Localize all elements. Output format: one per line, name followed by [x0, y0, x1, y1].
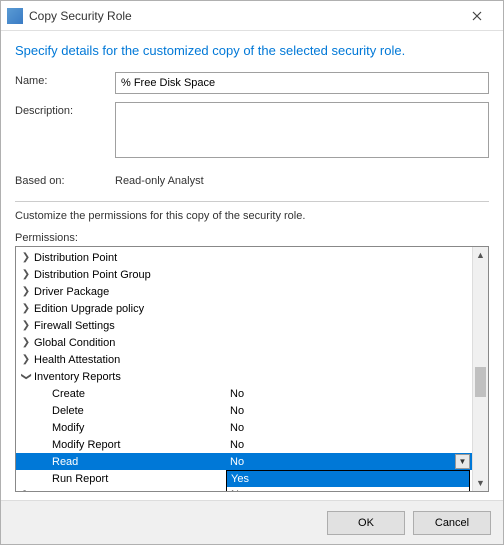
description-input[interactable] — [115, 102, 489, 158]
tree-node-label: Driver Package — [32, 286, 109, 298]
name-row: Name: — [15, 72, 489, 94]
permission-value: No — [230, 388, 244, 400]
headline-text: Specify details for the customized copy … — [15, 43, 489, 58]
window-title: Copy Security Role — [29, 9, 457, 23]
permission-name: Modify Report — [50, 439, 230, 451]
titlebar: Copy Security Role — [1, 1, 503, 31]
permissions-label: Permissions: — [15, 232, 489, 244]
copy-security-role-dialog: Copy Security Role Specify details for t… — [0, 0, 504, 545]
close-icon — [472, 11, 482, 21]
tree-node-label: Distribution Point Group — [32, 269, 151, 281]
based-on-label: Based on: — [15, 172, 115, 187]
permission-value: No — [230, 422, 244, 434]
permission-name: Delete — [50, 405, 230, 417]
chevron-right-icon[interactable]: ❯ — [20, 490, 32, 491]
tree-node-label: Firewall Settings — [32, 320, 115, 332]
tree-node-collapsed[interactable]: ❯Distribution Point Group — [16, 266, 472, 283]
chevron-right-icon[interactable]: ❯ — [20, 303, 32, 314]
permissions-tree[interactable]: ❯Distribution Point❯Distribution Point G… — [16, 247, 472, 491]
chevron-right-icon[interactable]: ❯ — [20, 269, 32, 280]
name-input[interactable] — [115, 72, 489, 94]
tree-node-label: Inventory Reports — [32, 371, 121, 383]
chevron-right-icon[interactable]: ❯ — [20, 286, 32, 297]
divider — [15, 201, 489, 202]
chevron-right-icon[interactable]: ❯ — [20, 320, 32, 331]
permission-value: No — [230, 405, 244, 417]
tree-node-label: Health Attestation — [32, 354, 120, 366]
dropdown-option[interactable]: No — [227, 487, 469, 491]
chevron-right-icon[interactable]: ❯ — [20, 337, 32, 348]
description-label: Description: — [15, 102, 115, 117]
permission-value-dropdown[interactable]: YesNo — [226, 470, 470, 491]
permission-name: Read — [50, 456, 230, 468]
tree-node-label: Edition Upgrade policy — [32, 303, 144, 315]
dialog-content: Specify details for the customized copy … — [1, 31, 503, 500]
description-row: Description: — [15, 102, 489, 158]
permission-value: No — [230, 439, 244, 451]
tree-node-label: Distribution Point — [32, 252, 117, 264]
close-button[interactable] — [457, 4, 497, 28]
tree-node-collapsed[interactable]: ❯Global Condition — [16, 334, 472, 351]
chevron-down-icon[interactable]: ❯ — [21, 371, 32, 383]
tree-node-collapsed[interactable]: ❯Distribution Point — [16, 249, 472, 266]
permission-row[interactable]: Modify ReportNo — [16, 436, 472, 453]
permission-name: Create — [50, 388, 230, 400]
app-icon — [7, 8, 23, 24]
tree-node-expanded[interactable]: ❯Inventory Reports — [16, 368, 472, 385]
dropdown-button[interactable]: ▼ — [455, 454, 470, 469]
dropdown-option[interactable]: Yes — [227, 471, 469, 487]
permission-row[interactable]: ReadNo ▼ — [16, 453, 472, 470]
permission-row[interactable]: ModifyNo — [16, 419, 472, 436]
customize-instruction: Customize the permissions for this copy … — [15, 210, 489, 222]
permission-value: No — [230, 456, 244, 468]
permission-row[interactable]: CreateNo — [16, 385, 472, 402]
tree-node-collapsed[interactable]: ❯Driver Package — [16, 283, 472, 300]
button-bar: OK Cancel — [1, 500, 503, 544]
scroll-up-icon[interactable]: ▲ — [473, 247, 488, 263]
permissions-treebox: ❯Distribution Point❯Distribution Point G… — [15, 246, 489, 492]
tree-node-collapsed[interactable]: ❯Health Attestation — [16, 351, 472, 368]
permission-row[interactable]: DeleteNo — [16, 402, 472, 419]
chevron-right-icon[interactable]: ❯ — [20, 354, 32, 365]
scrollbar[interactable]: ▲ ▼ — [472, 247, 488, 491]
name-label: Name: — [15, 72, 115, 87]
based-on-row: Based on: Read-only Analyst — [15, 172, 489, 187]
based-on-value: Read-only Analyst — [115, 172, 204, 187]
scroll-down-icon[interactable]: ▼ — [473, 475, 488, 491]
tree-node-collapsed[interactable]: ❯Edition Upgrade policy — [16, 300, 472, 317]
scroll-thumb[interactable] — [475, 367, 486, 397]
tree-node-label: MAM Policy — [32, 490, 92, 492]
permission-name: Run Report — [50, 473, 230, 485]
permission-name: Modify — [50, 422, 230, 434]
cancel-button[interactable]: Cancel — [413, 511, 491, 535]
tree-node-label: Global Condition — [32, 337, 115, 349]
tree-node-collapsed[interactable]: ❯Firewall Settings — [16, 317, 472, 334]
chevron-right-icon[interactable]: ❯ — [20, 252, 32, 263]
ok-button[interactable]: OK — [327, 511, 405, 535]
